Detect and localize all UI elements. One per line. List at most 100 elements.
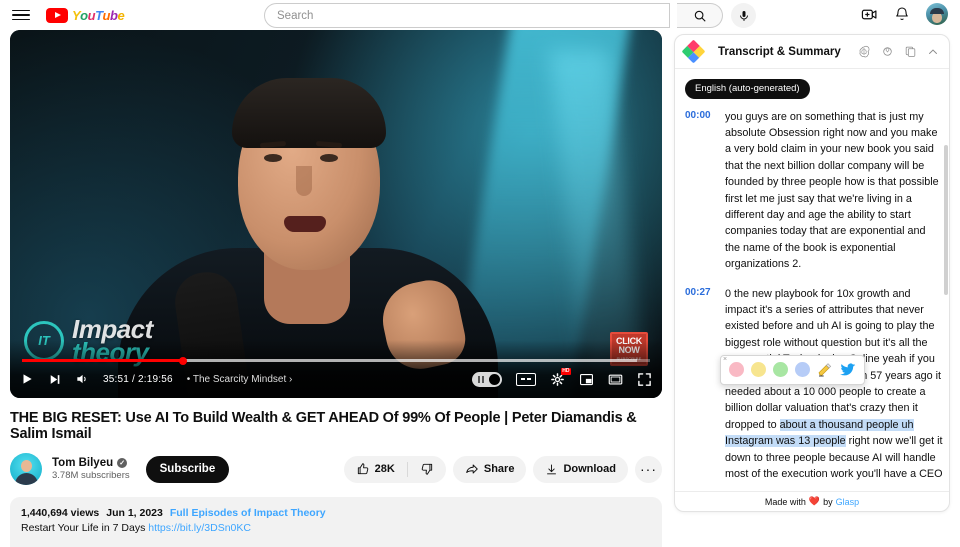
glasp-footer: Made with ❤️ by Glasp: [675, 491, 949, 511]
channel-row: Tom Bilyeu 3.78M subscribers Subscribe 2…: [10, 452, 662, 486]
youtube-logo[interactable]: YouTube: [46, 7, 125, 24]
thumbs-up-icon: [357, 463, 368, 475]
search-area: [264, 3, 756, 28]
chapter-arrow-icon: ›: [289, 373, 293, 385]
fullscreen-icon: [638, 372, 651, 386]
primary-column: IT Impact theory CLICK NOW SUBSCRIBE: [10, 30, 662, 547]
transcript-entry[interactable]: 00:00 you guys are on something that is …: [685, 109, 943, 273]
subscriber-count: 3.78M subscribers: [52, 470, 130, 481]
youtube-play-icon: [46, 7, 68, 23]
channel-name-text: Tom Bilyeu: [52, 457, 114, 469]
highlight-color-yellow[interactable]: [751, 362, 766, 377]
youtube-doodle-wordmark: YouTube: [72, 7, 125, 23]
miniplayer-button[interactable]: [579, 372, 594, 387]
footer-made-with: Made with: [764, 496, 806, 507]
cc-bar-left: [521, 378, 525, 380]
heart-icon: ❤️: [808, 496, 821, 506]
search-button[interactable]: [677, 3, 723, 28]
thumbs-down-icon: [421, 463, 432, 475]
footer-by: by: [823, 496, 833, 507]
subject-eye-left: [264, 154, 282, 162]
search-input[interactable]: [265, 4, 669, 27]
share-label: Share: [483, 463, 515, 475]
openai-icon[interactable]: [857, 45, 871, 59]
like-button[interactable]: 28K: [344, 456, 407, 483]
glasp-panel-title: Transcript & Summary: [718, 45, 841, 58]
verified-badge-icon: [117, 458, 128, 468]
highlight-color-blue[interactable]: [795, 362, 810, 377]
channel-meta: Tom Bilyeu 3.78M subscribers: [52, 457, 130, 481]
subscribe-button[interactable]: Subscribe: [145, 455, 230, 483]
glasp-transcript-panel: Transcript & Summary English (auto-gener…: [674, 34, 950, 512]
subject-eye-right: [320, 154, 338, 162]
highlight-color-green[interactable]: [773, 362, 788, 377]
subject-hair: [232, 78, 386, 148]
dislike-button[interactable]: [408, 456, 446, 483]
gem-icon[interactable]: [881, 45, 894, 58]
create-video-button[interactable]: [861, 6, 878, 23]
play-button[interactable]: [20, 372, 34, 386]
progress-bar[interactable]: [22, 356, 650, 365]
glasp-brand-link[interactable]: Glasp: [836, 497, 860, 507]
transcript-list[interactable]: 00:00 you guys are on something that is …: [675, 105, 949, 492]
like-count: 28K: [374, 463, 395, 475]
description-line-2-text: Restart Your Life in 7 Days: [21, 522, 146, 534]
video-actions: 28K Share Download ···: [343, 455, 662, 483]
description-box[interactable]: 1,440,694 views Jun 1, 2023 Full Episode…: [10, 497, 662, 547]
voice-search-button[interactable]: [731, 3, 756, 28]
next-video-button[interactable]: [48, 373, 61, 386]
channel-avatar[interactable]: [10, 453, 42, 485]
description-line-2-url[interactable]: https://bit.ly/3DSn0KC: [148, 522, 251, 534]
description-hashtag-link[interactable]: Full Episodes of Impact Theory: [170, 506, 326, 521]
highlighter-pen-icon[interactable]: [817, 362, 833, 378]
progress-played: [22, 356, 187, 365]
download-icon: [547, 464, 557, 474]
view-count: 1,440,694 views: [21, 507, 100, 519]
transcript-timestamp[interactable]: 00:00: [685, 109, 715, 273]
time-display: 35:51 / 2:19:56: [103, 373, 173, 385]
subject-nose: [296, 166, 312, 196]
hamburger-menu-icon[interactable]: [10, 4, 32, 26]
chevron-up-icon[interactable]: [927, 46, 939, 58]
glasp-logo-icon: [681, 39, 706, 64]
copy-icon[interactable]: [904, 45, 917, 58]
page-body: IT Impact theory CLICK NOW SUBSCRIBE: [0, 30, 960, 547]
volume-button[interactable]: [75, 372, 89, 386]
theater-mode-button[interactable]: [608, 372, 623, 387]
language-selector[interactable]: English (auto-generated): [685, 78, 810, 99]
transcript-text: you guys are on something that is just m…: [725, 110, 939, 271]
download-button[interactable]: Download: [533, 455, 628, 483]
volume-icon: [77, 374, 86, 384]
twitter-bird-icon[interactable]: [840, 363, 856, 377]
next-icon: [50, 374, 60, 384]
closed-captions-button[interactable]: [516, 372, 536, 386]
channel-name[interactable]: Tom Bilyeu: [52, 457, 130, 469]
topbar-right-actions: [861, 3, 948, 25]
account-avatar[interactable]: [926, 3, 948, 25]
description-line-2: Restart Your Life in 7 Days https://bit.…: [21, 521, 651, 536]
highlight-color-popup[interactable]: ×: [720, 354, 865, 385]
notifications-button[interactable]: [894, 6, 910, 22]
theater-icon: [608, 374, 623, 384]
close-popup-icon[interactable]: ×: [723, 356, 727, 364]
transcript-scrollbar-thumb[interactable]: [944, 144, 948, 295]
fullscreen-button[interactable]: [637, 372, 652, 387]
miniplayer-icon: [580, 373, 593, 385]
share-icon: [466, 464, 478, 474]
microphone-icon: [739, 10, 748, 21]
more-actions-button[interactable]: ···: [635, 455, 662, 483]
transcript-timestamp[interactable]: 00:27: [685, 286, 715, 483]
youtube-topbar: YouTube: [0, 0, 960, 30]
subject-mouth: [284, 216, 326, 232]
glasp-header-actions: [857, 45, 939, 59]
search-box[interactable]: [264, 3, 670, 28]
highlight-color-pink[interactable]: [729, 362, 744, 377]
current-time: 35:51: [103, 373, 130, 385]
bell-icon: [896, 7, 908, 21]
autoplay-toggle[interactable]: [472, 371, 502, 387]
chapter-label[interactable]: • The Scarcity Mindset ›: [187, 374, 293, 385]
language-row: English (auto-generated): [675, 69, 949, 105]
video-player[interactable]: IT Impact theory CLICK NOW SUBSCRIBE: [10, 30, 662, 398]
settings-button[interactable]: HD: [550, 367, 571, 387]
share-button[interactable]: Share: [452, 455, 527, 483]
